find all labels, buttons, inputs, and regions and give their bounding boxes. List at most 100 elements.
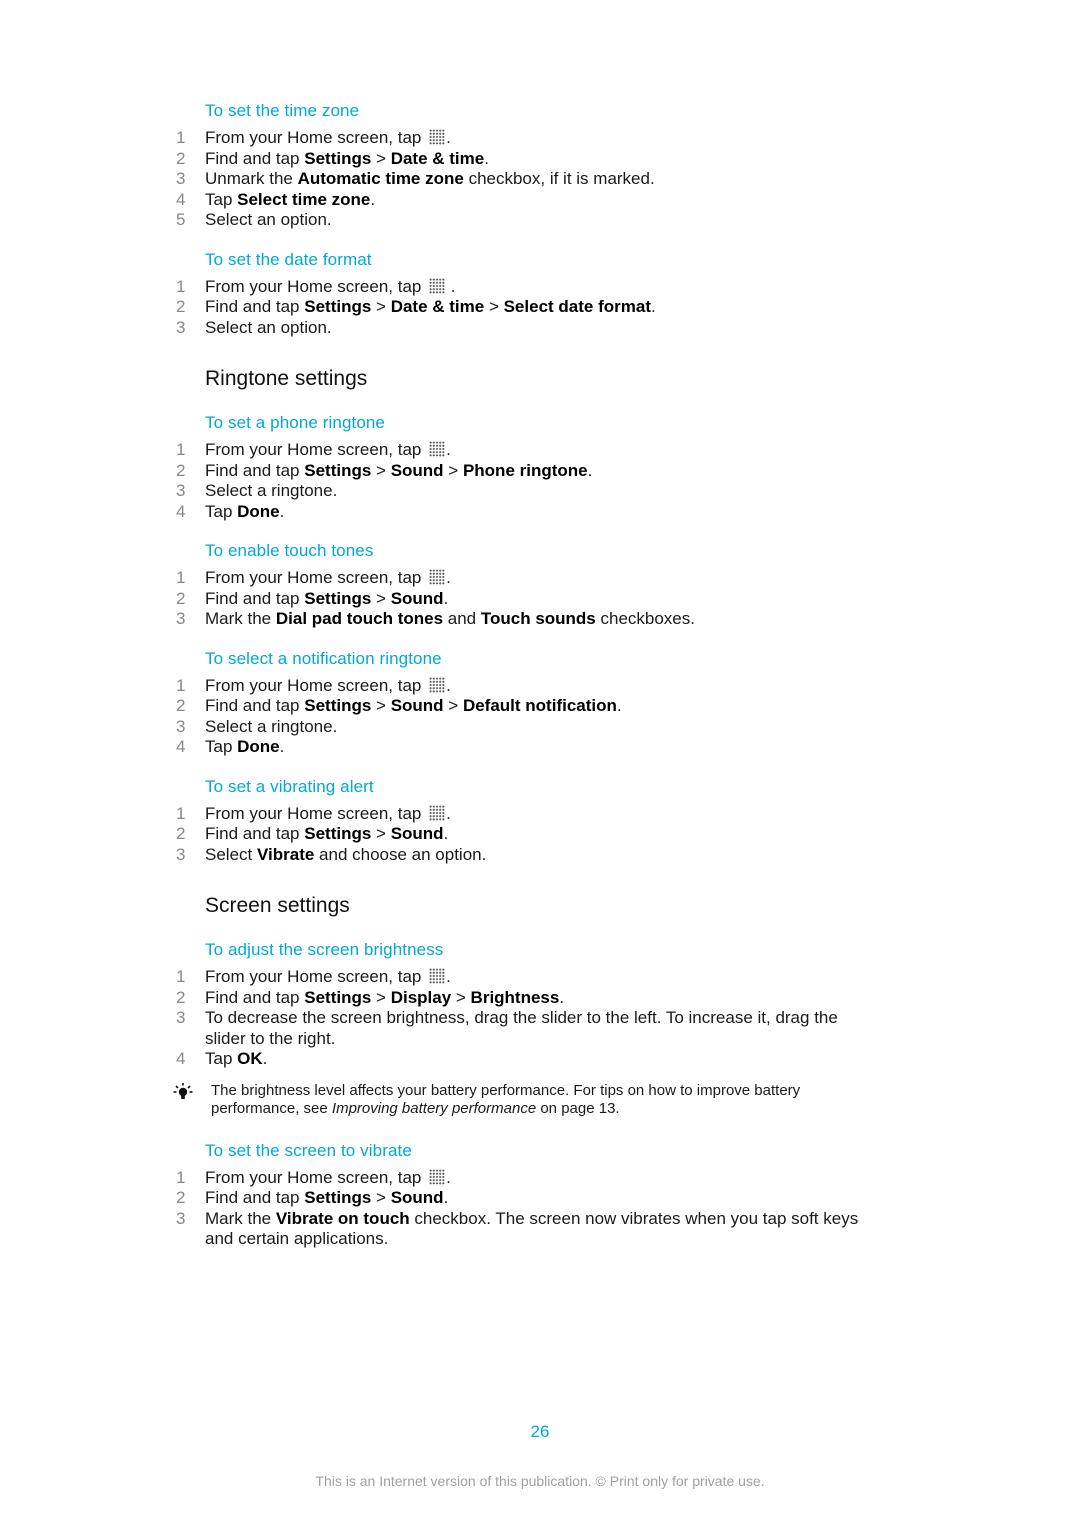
tip-note: The brightness level affects your batter… [173,1082,875,1118]
step-text: Find and tap Settings > Sound > Default … [205,696,622,715]
footer-notice: This is an Internet version of this publ… [315,1473,765,1489]
step-number: 2 [176,297,186,316]
apps-grid-icon [429,804,446,821]
step-text: Tap OK. [205,1049,268,1068]
apps-grid-icon [429,968,446,984]
ui-element-label: Sound [390,1188,444,1207]
step-text: Find and tap Settings > Sound. [205,824,449,843]
ui-element-label: Sound [390,460,444,480]
ui-element-label: Default notification [462,696,617,715]
ui-element-label: Phone ringtone [462,460,588,480]
step-text: Unmark the Automatic time zone checkbox,… [205,169,655,188]
step-item: 1 From your Home screen, tap . [175,804,875,825]
step-number: 2 [176,460,186,480]
step-item: 3 Mark the Dial pad touch tones and Touch… [175,609,875,630]
step-number: 1 [176,1167,186,1187]
page-number: 26 [530,1422,550,1441]
step-list: 1 From your Home screen, tap . 2 Find and t… [175,277,875,339]
manual-page: To set the time zone 1 From your Home scre… [0,0,1080,1527]
step-number: 1 [176,803,186,823]
ui-element-label: Date & time [390,148,485,168]
step-number: 3 [176,1008,186,1027]
ui-element-label: Sound [390,824,444,843]
step-text: From your Home screen, tap . [205,276,456,296]
ui-element-label: Automatic time zone [297,169,464,188]
step-item: 2 Find and tap Settings > Date & time > S… [175,297,875,318]
step-text: Find and tap Settings > Sound > Phone ri… [205,460,593,480]
apps-grid-icon [429,277,446,294]
cross-reference: Improving battery performance [331,1099,537,1117]
step-text: Select Vibrate and choose an option. [205,844,487,864]
apps-grid-icon [429,569,446,585]
step-item: 3 Select a ringtone. [175,481,875,502]
step-list: 1 From your Home screen, tap . 2 Find and t… [175,440,875,522]
step-item: 4 Tap Select time zone. [175,190,875,211]
step-list: 1 From your Home screen, tap . 2 Find and t… [175,967,875,1070]
apps-grid-icon [429,441,446,457]
step-number: 4 [176,501,186,521]
ui-element-label: Settings [304,987,372,1007]
step-item: 4 Tap Done. [175,737,875,758]
ui-element-label: Settings [304,460,372,480]
step-text: From your Home screen, tap . [205,128,451,147]
ui-element-label: Display [390,987,452,1007]
step-text: Select a ringtone. [205,481,338,500]
procedure-title: To set a phone ringtone [205,413,385,432]
ui-element-label: Done [237,737,280,756]
step-item: 3 Select Vibrate and choose an option. [175,845,875,866]
apps-grid-icon [429,129,446,145]
step-list: 1 From your Home screen, tap . 2 Find and t… [175,676,875,758]
step-item: 1 From your Home screen, tap . [175,277,875,298]
step-number: 2 [176,824,186,843]
step-item: 1 From your Home screen, tap . [175,676,875,697]
step-text: Tap Done. [205,501,285,521]
procedure-title: To set a vibrating alert [205,776,374,796]
step-text: From your Home screen, tap . [205,675,451,695]
step-item: 2 Find and tap Settings > Display > Brigh… [175,988,875,1009]
ui-element-label: Settings [304,696,372,715]
step-item: 4 Tap OK. [175,1049,875,1070]
ui-element-label: Sound [390,696,444,715]
step-text: Find and tap Settings > Sound. [205,588,449,608]
step-number: 3 [176,317,186,337]
step-number: 1 [176,967,186,986]
step-number: 1 [176,568,186,587]
ui-element-label: Date & time [390,297,485,316]
step-item: 3 Unmark the Automatic time zone checkbox… [175,169,875,190]
step-number: 3 [176,716,186,736]
procedure-title: To set the time zone [205,101,360,120]
step-number: 2 [176,588,186,608]
step-item: 3 Mark the Vibrate on touch checkbox. The… [175,1209,875,1250]
step-text: From your Home screen, tap . [205,568,451,587]
ui-element-label: Dial pad touch tones [275,609,444,628]
step-number: 4 [176,189,186,209]
step-item: 2 Find and tap Settings > Sound. [175,1188,875,1209]
step-item: 3 Select an option. [175,318,875,339]
procedure-title: To adjust the screen brightness [205,940,444,959]
section-heading: Ringtone settings [205,367,368,390]
step-number: 1 [176,128,186,147]
step-number: 1 [176,675,186,695]
step-number: 5 [176,210,186,229]
step-item: 3 To decrease the screen brightness, drag… [175,1008,875,1049]
step-text: To decrease the screen brightness, drag … [205,1008,838,1048]
step-text: Find and tap Settings > Display > Bright… [205,987,565,1007]
step-text: From your Home screen, tap . [205,803,451,823]
step-text: Select a ringtone. [205,716,338,736]
step-number: 2 [176,148,186,168]
step-item: 2 Find and tap Settings > Sound. [175,589,875,610]
step-text: Mark the Vibrate on touch checkbox. The … [205,1208,859,1249]
step-item: 1 From your Home screen, tap . [175,128,875,149]
procedure-title: To set the screen to vibrate [205,1140,412,1160]
step-item: 2 Find and tap Settings > Sound > Default… [175,696,875,717]
ui-element-label: Settings [304,588,372,608]
step-text: Find and tap Settings > Date & time > Se… [205,297,656,316]
step-text: Find and tap Settings > Date & time. [205,148,489,168]
ui-element-label: Done [237,501,280,521]
step-item: 1 From your Home screen, tap . [175,440,875,461]
step-item: 2 Find and tap Settings > Date & time. [175,149,875,170]
step-number: 3 [176,169,186,188]
step-list: 1 From your Home screen, tap . 2 Find and t… [175,128,875,231]
